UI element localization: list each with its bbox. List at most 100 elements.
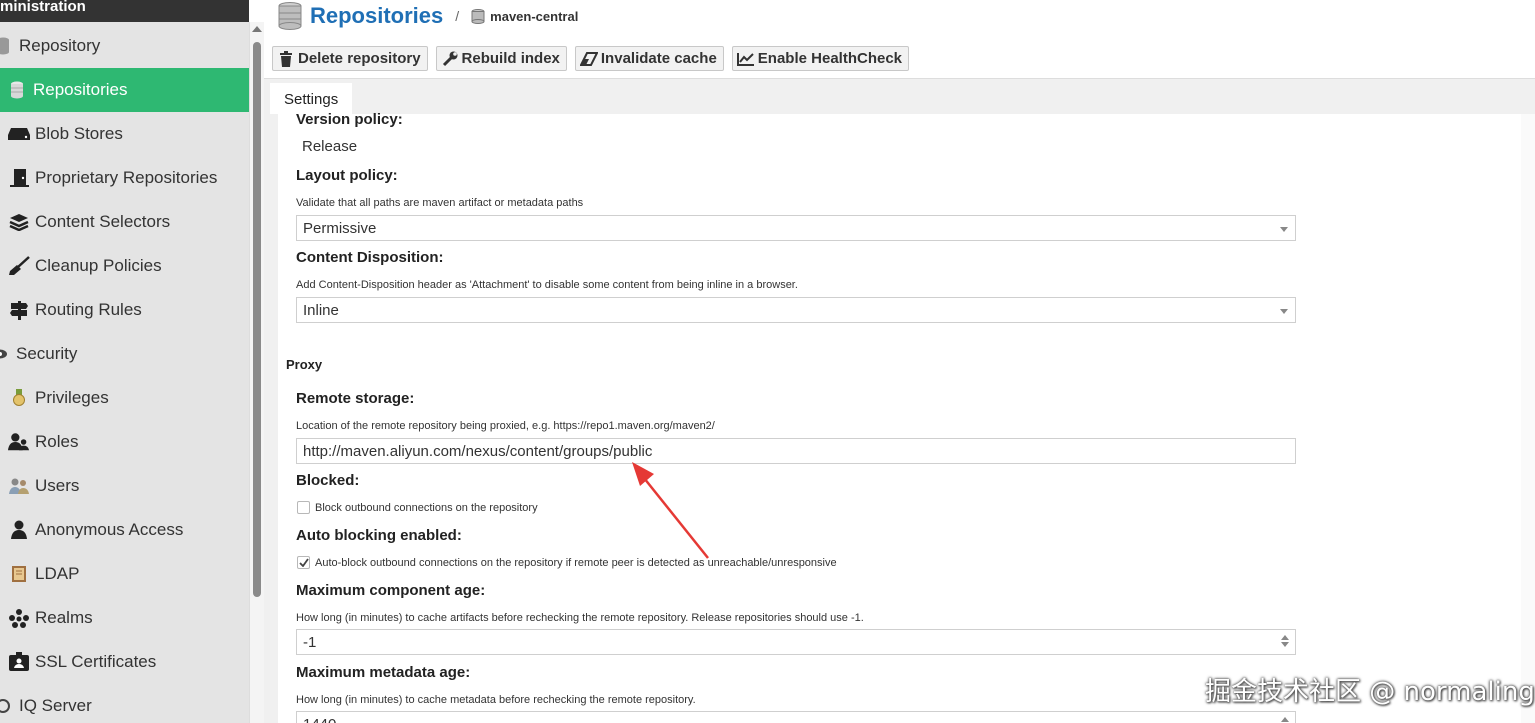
dropdown-arrow-icon[interactable] [1280,227,1288,232]
sidebar-item-label: Routing Rules [35,300,142,319]
sidebar-item-anonymous-access[interactable]: Anonymous Access [0,508,249,552]
sidebar-item-label: Blob Stores [35,124,123,143]
tab-bar: Settings [264,78,1535,115]
invalidate-cache-label: Invalidate cache [600,50,717,67]
sidebar-item-privileges[interactable]: Privileges [0,376,249,420]
max-metadata-age-input[interactable]: 1440 [296,711,1296,723]
sidebar-item-label: Repositories [33,80,128,99]
sidebar-item-label: LDAP [35,564,80,583]
sidebar-header: ministration [0,0,249,22]
door-icon [8,167,30,189]
blocked-label: Blocked: [296,472,360,489]
max-metadata-age-value: 1440 [303,716,336,723]
sidebar-item-label: IQ Server [19,696,92,715]
blocked-checkbox-label: Block outbound connections on the reposi… [315,501,538,514]
sidebar-item-label: Security [16,344,78,363]
database-icon [6,79,28,101]
sidebar-scrollbar-thumb[interactable] [253,42,261,597]
max-component-age-input[interactable]: -1 [296,629,1296,655]
wrench-icon [441,51,459,67]
proxy-section-title: Proxy [286,357,323,372]
id-card-icon [8,651,30,673]
sidebar-item-users[interactable]: Users [0,464,249,508]
sidebar-item-label: Cleanup Policies [35,256,162,275]
signpost-icon [8,299,30,321]
admin-sidebar: ministration Repository Repositories Blo… [0,0,249,723]
user-icon [8,519,30,541]
eye-icon [0,343,11,365]
remote-storage-input[interactable]: http://maven.aliyun.com/nexus/content/gr… [296,438,1296,464]
sidebar-item-label: Roles [35,432,79,451]
content-disposition-select[interactable]: Inline [296,297,1296,323]
sidebar-item-ldap[interactable]: LDAP [0,552,249,596]
layout-policy-help: Validate that all paths are maven artifa… [296,197,584,209]
auto-blocking-checkbox-row[interactable]: Auto-block outbound connections on the r… [297,556,837,569]
sidebar-item-iq-server[interactable]: IQ Server [0,684,249,723]
blocked-checkbox[interactable] [297,501,310,514]
max-component-age-help: How long (in minutes) to cache artifacts… [296,612,864,624]
rebuild-index-button[interactable]: Rebuild index [435,46,567,71]
sidebar-item-label: Realms [35,608,93,627]
number-spinner-icon[interactable] [1281,634,1289,650]
database-icon [278,2,302,30]
sidebar-item-roles[interactable]: Roles [0,420,249,464]
content-disposition-selected: Inline [303,301,339,319]
content-disposition-label: Content Disposition: [296,249,444,266]
breadcrumb: Repositories / maven-central [278,0,578,32]
max-component-age-value: -1 [303,633,317,651]
max-metadata-age-label: Maximum metadata age: [296,664,471,681]
sidebar-item-label: SSL Certificates [35,652,157,671]
version-policy-label: Version policy: [296,111,403,128]
layers-icon [8,211,30,233]
sidebar-scrollbar[interactable] [249,22,264,723]
layout-policy-select[interactable]: Permissive [296,215,1296,241]
sidebar-item-cleanup-policies[interactable]: Cleanup Policies [0,244,249,288]
blocked-checkbox-row[interactable]: Block outbound connections on the reposi… [297,501,538,514]
users-icon [8,475,30,497]
sidebar-item-routing-rules[interactable]: Routing Rules [0,288,249,332]
dropdown-arrow-icon[interactable] [1280,309,1288,314]
sidebar-item-label: Privileges [35,388,109,407]
max-metadata-age-help: How long (in minutes) to cache metadata … [296,694,696,706]
repository-toolbar: Delete repository Rebuild index Invalida… [272,46,910,71]
sidebar-item-realms[interactable]: Realms [0,596,249,640]
enable-healthcheck-label: Enable HealthCheck [757,50,903,67]
delete-repository-button[interactable]: Delete repository [272,46,428,71]
sidebar-item-label: Proprietary Repositories [35,168,218,187]
page-title[interactable]: Repositories [310,3,443,29]
auto-blocking-checkbox-label: Auto-block outbound connections on the r… [315,556,837,569]
sidebar-item-blob-stores[interactable]: Blob Stores [0,112,249,156]
sidebar-item-security[interactable]: Security [0,332,249,376]
max-component-age-label: Maximum component age: [296,582,486,599]
sidebar-item-ssl-certificates[interactable]: SSL Certificates [0,640,249,684]
scroll-up-arrow-icon[interactable] [252,26,262,32]
trash-icon [277,50,295,67]
layout-policy-label: Layout policy: [296,167,398,184]
remote-storage-value: http://maven.aliyun.com/nexus/content/gr… [303,442,653,460]
content-disposition-help: Add Content-Disposition header as 'Attac… [296,279,798,291]
version-policy-value: Release [302,138,358,155]
checkmark-icon [298,558,309,567]
enable-healthcheck-button[interactable]: Enable HealthCheck [731,46,910,71]
number-spinner-icon[interactable] [1281,716,1289,723]
sidebar-item-repositories[interactable]: Repositories [0,68,249,112]
breadcrumb-repo-name: maven-central [490,8,579,24]
database-icon [0,35,14,57]
main-scrollbar[interactable] [1521,114,1535,723]
content-left-edge [264,114,278,723]
auto-blocking-checkbox[interactable] [297,556,310,569]
broom-icon [8,255,30,277]
sidebar-item-label: Repository [19,36,101,55]
sidebar-item-proprietary-repositories[interactable]: Proprietary Repositories [0,156,249,200]
sidebar-item-repository[interactable]: Repository [0,24,249,68]
rebuild-index-label: Rebuild index [461,50,560,67]
database-icon [471,8,485,24]
sidebar-item-label: Users [35,476,80,495]
sidebar-item-content-selectors[interactable]: Content Selectors [0,200,249,244]
invalidate-cache-button[interactable]: Invalidate cache [574,46,724,71]
layout-policy-selected: Permissive [303,219,377,237]
watermark: 掘金技术社区 @ normaling [1205,677,1535,707]
book-icon [8,563,30,585]
cluster-icon [8,607,30,629]
users-group-icon [8,431,30,453]
